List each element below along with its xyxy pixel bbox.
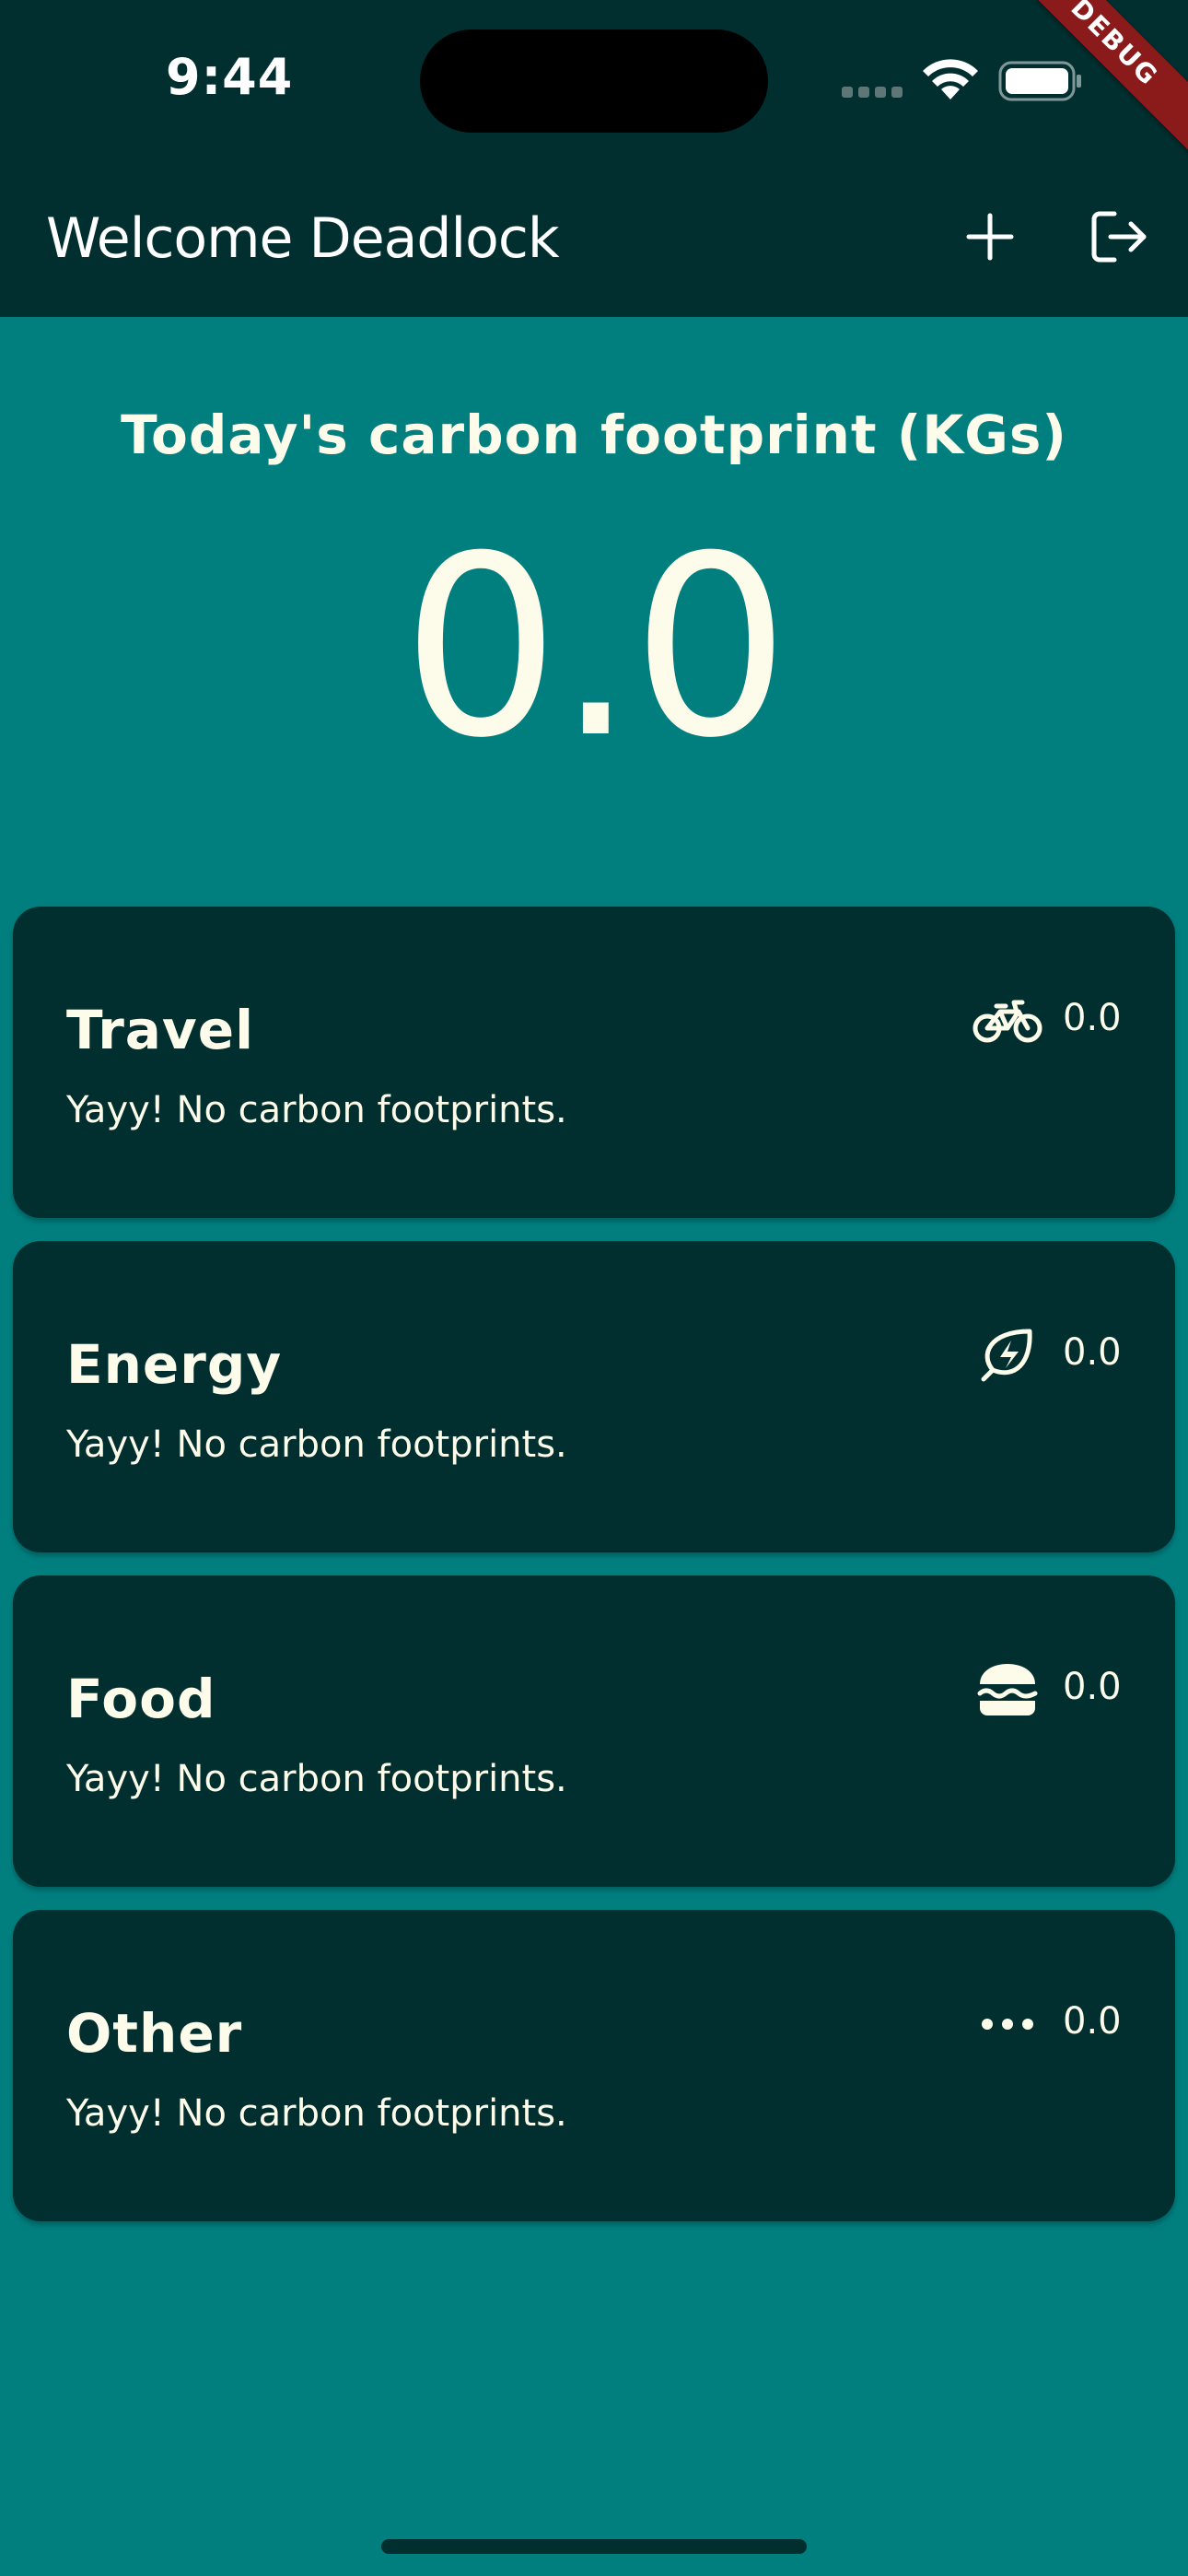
card-value: 0.0 [1063, 2000, 1122, 2043]
wifi-icon [923, 59, 978, 100]
battery-icon [998, 61, 1081, 101]
cellular-signal-icon [842, 87, 906, 98]
card-title: Other [66, 2002, 243, 2065]
home-indicator[interactable] [381, 2539, 807, 2554]
dynamic-island [420, 29, 768, 133]
more-horizontal-icon [982, 2019, 1033, 2030]
status-time: 9:44 [166, 48, 294, 106]
summary-title: Today's carbon footprint (KGs) [121, 404, 1067, 466]
category-card-energy[interactable]: Energy Yayy! No carbon footprints. 0.0 [13, 1241, 1175, 1552]
card-subtitle: Yayy! No carbon footprints. [66, 1423, 567, 1466]
category-card-food[interactable]: Food Yayy! No carbon footprints. 0.0 [13, 1575, 1175, 1887]
category-card-other[interactable]: Other Yayy! No carbon footprints. 0.0 [13, 1910, 1175, 2221]
header: 9:44 DEBUG Welcome Deadlock [0, 0, 1188, 317]
bicycle-icon [973, 1000, 1042, 1043]
card-title: Food [66, 1668, 216, 1730]
card-value: 0.0 [1063, 1666, 1122, 1708]
app-screen: 9:44 DEBUG Welcome Deadlock Today's carb [0, 0, 1188, 2576]
card-value: 0.0 [1063, 997, 1122, 1039]
card-title: Travel [66, 999, 254, 1061]
card-value: 0.0 [1063, 1331, 1122, 1374]
app-title: Welcome Deadlock [46, 206, 560, 271]
plus-icon[interactable] [958, 205, 1022, 269]
logout-icon[interactable] [1087, 205, 1151, 269]
leaf-bolt-icon [981, 1329, 1032, 1382]
category-card-travel[interactable]: Travel Yayy! No carbon footprints. 0.0 [13, 907, 1175, 1218]
card-subtitle: Yayy! No carbon footprints. [66, 1758, 567, 1800]
card-subtitle: Yayy! No carbon footprints. [66, 2092, 567, 2135]
burger-icon [977, 1664, 1038, 1715]
summary-value: 0.0 [402, 502, 789, 792]
card-title: Energy [66, 1333, 283, 1396]
card-subtitle: Yayy! No carbon footprints. [66, 1089, 567, 1131]
